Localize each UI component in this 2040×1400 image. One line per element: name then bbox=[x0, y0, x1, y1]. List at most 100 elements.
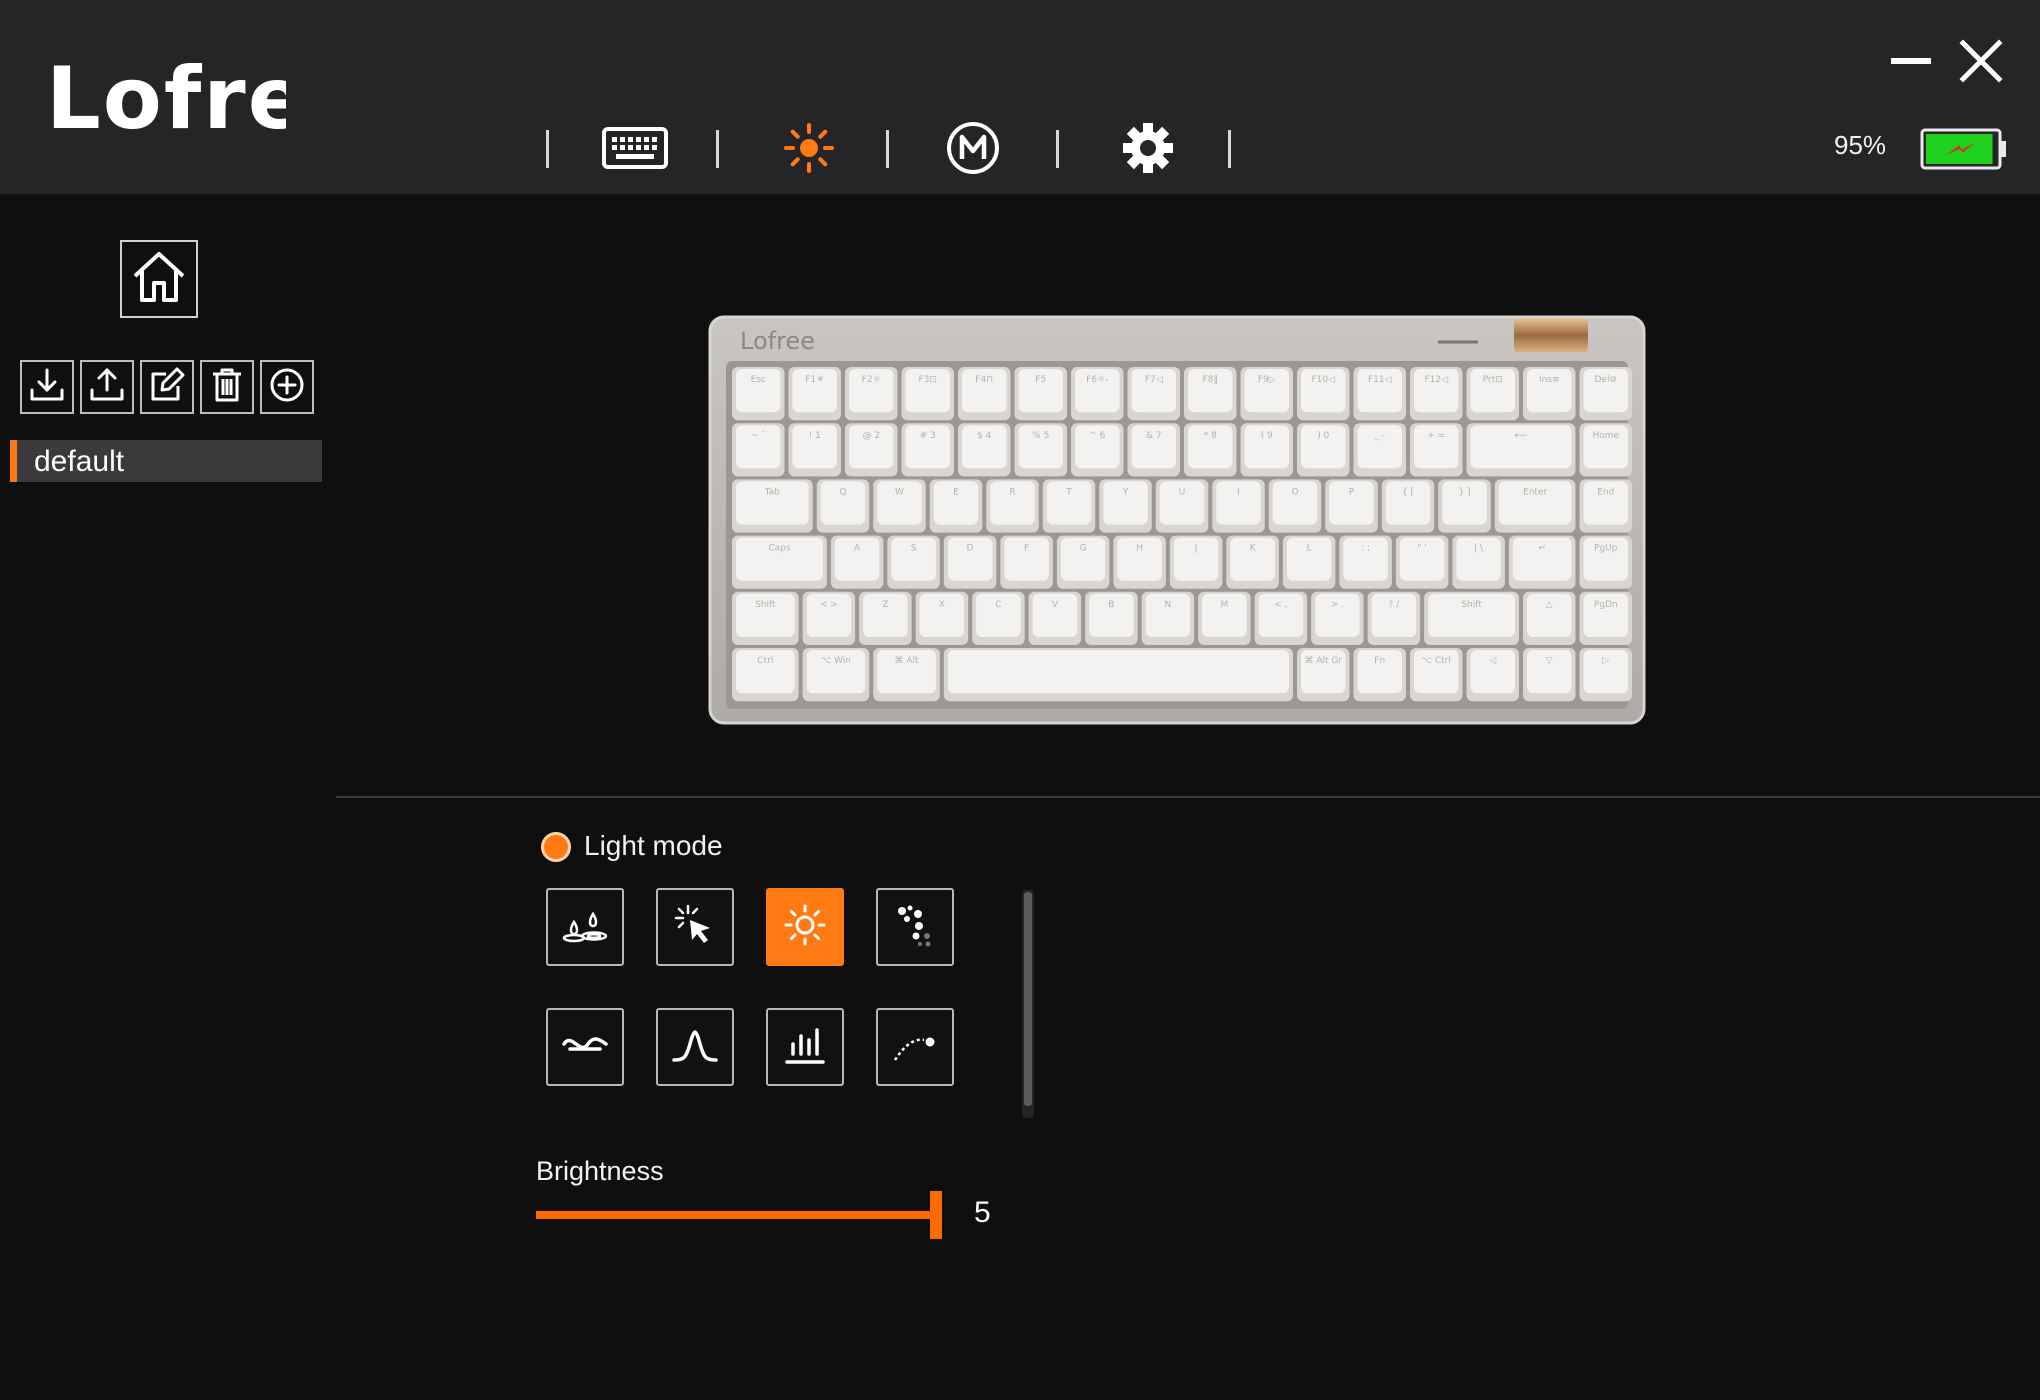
keycap[interactable]: ▽ bbox=[1523, 648, 1576, 702]
mode-reactive-button[interactable] bbox=[656, 888, 734, 966]
keycap[interactable]: Q bbox=[816, 479, 870, 533]
brightness-slider-handle[interactable] bbox=[930, 1191, 942, 1239]
keycap[interactable]: ⌘ Alt bbox=[873, 648, 940, 702]
home-button[interactable] bbox=[120, 240, 198, 318]
keycap[interactable]: ^ 6 bbox=[1071, 423, 1124, 477]
keycap[interactable]: Shift bbox=[1424, 591, 1519, 645]
keycap[interactable]: End bbox=[1579, 479, 1633, 533]
keycap[interactable]: B bbox=[1085, 591, 1138, 645]
keycap[interactable] bbox=[943, 648, 1293, 702]
keycap[interactable]: ! 1 bbox=[788, 423, 842, 477]
edit-profile-button[interactable] bbox=[140, 360, 194, 414]
keycap[interactable]: L bbox=[1282, 535, 1336, 589]
keycap[interactable]: ) 0 bbox=[1297, 423, 1350, 477]
keycap[interactable]: T bbox=[1042, 479, 1096, 533]
keycap[interactable]: Prt⊡ bbox=[1466, 367, 1520, 421]
keycap[interactable]: K bbox=[1226, 535, 1279, 589]
keycap[interactable]: < > bbox=[802, 591, 856, 645]
keycap[interactable]: Esc bbox=[732, 367, 785, 421]
nav-settings[interactable] bbox=[1113, 120, 1183, 180]
keycap[interactable]: P bbox=[1325, 479, 1378, 533]
mode-scatter-button[interactable] bbox=[876, 888, 954, 966]
keycap[interactable]: V bbox=[1028, 591, 1082, 645]
keycap[interactable]: @ 2 bbox=[845, 423, 898, 477]
keycap[interactable]: # 3 bbox=[901, 423, 955, 477]
keycap[interactable]: Enter bbox=[1494, 479, 1576, 533]
nav-macro[interactable] bbox=[938, 120, 1008, 180]
modes-scrollbar[interactable] bbox=[1022, 890, 1034, 1118]
keycap[interactable]: C bbox=[972, 591, 1025, 645]
mode-ripple-button[interactable] bbox=[546, 888, 624, 966]
keycap[interactable]: F11◁ bbox=[1353, 367, 1407, 421]
delete-profile-button[interactable] bbox=[200, 360, 254, 414]
keycap[interactable]: F12◁ bbox=[1410, 367, 1463, 421]
keycap[interactable]: Fn bbox=[1353, 648, 1407, 702]
keycap[interactable]: S bbox=[887, 535, 940, 589]
keycap[interactable]: ⌥ Win bbox=[802, 648, 870, 702]
keycap[interactable]: F10◁ bbox=[1297, 367, 1350, 421]
keycap[interactable]: H bbox=[1113, 535, 1166, 589]
export-profile-button[interactable] bbox=[80, 360, 134, 414]
keycap[interactable]: Y bbox=[1099, 479, 1152, 533]
close-button[interactable] bbox=[1956, 36, 2006, 86]
mode-trail-button[interactable] bbox=[876, 1008, 954, 1086]
keycap[interactable]: { [ bbox=[1381, 479, 1435, 533]
import-profile-button[interactable] bbox=[20, 360, 74, 414]
mode-wave-button[interactable] bbox=[546, 1008, 624, 1086]
keycap[interactable]: M bbox=[1198, 591, 1251, 645]
keycap[interactable]: ? / bbox=[1367, 591, 1421, 645]
keycap[interactable]: Home bbox=[1579, 423, 1633, 477]
keycap[interactable]: ⟵ bbox=[1466, 423, 1576, 477]
keycap[interactable]: PgDn bbox=[1579, 591, 1633, 645]
keycap[interactable]: F bbox=[1000, 535, 1053, 589]
mode-static-button[interactable] bbox=[766, 888, 844, 966]
light-mode-radio[interactable] bbox=[541, 832, 571, 862]
keycap[interactable]: % 5 bbox=[1014, 423, 1068, 477]
keycap[interactable]: G bbox=[1056, 535, 1110, 589]
keycap[interactable]: Shift bbox=[732, 591, 799, 645]
keycap[interactable]: | \ bbox=[1452, 535, 1505, 589]
keycap[interactable]: F9▷ bbox=[1240, 367, 1294, 421]
keycap[interactable]: F4⊓ bbox=[958, 367, 1011, 421]
nav-lighting[interactable] bbox=[774, 120, 844, 180]
keycap[interactable]: ◁ bbox=[1466, 648, 1520, 702]
keycap[interactable]: I bbox=[1212, 479, 1265, 533]
keycap[interactable]: F7◁ bbox=[1127, 367, 1181, 421]
scrollbar-thumb[interactable] bbox=[1024, 892, 1032, 1106]
keycap[interactable]: O bbox=[1268, 479, 1322, 533]
keycap[interactable]: Ctrl bbox=[732, 648, 799, 702]
keycap[interactable]: ⌘ Alt Gr bbox=[1297, 648, 1350, 702]
keycap[interactable]: E bbox=[929, 479, 983, 533]
keycap[interactable]: A bbox=[830, 535, 884, 589]
keycap[interactable]: U bbox=[1155, 479, 1209, 533]
keycap[interactable]: < , bbox=[1254, 591, 1308, 645]
keycap[interactable]: W bbox=[873, 479, 926, 533]
keycap[interactable]: > . bbox=[1311, 591, 1364, 645]
keycap[interactable]: F8‖ bbox=[1184, 367, 1237, 421]
keycap[interactable]: + = bbox=[1410, 423, 1463, 477]
keycap[interactable]: " ' bbox=[1395, 535, 1449, 589]
keycap[interactable]: ~ ` bbox=[732, 423, 785, 477]
add-profile-button[interactable] bbox=[260, 360, 314, 414]
keycap[interactable]: Del⊘ bbox=[1579, 367, 1633, 421]
keycap[interactable]: ⌥ Ctrl bbox=[1410, 648, 1463, 702]
mode-equalizer-button[interactable] bbox=[766, 1008, 844, 1086]
keycap[interactable]: Tab bbox=[732, 479, 813, 533]
keycap[interactable]: F1☀ bbox=[788, 367, 842, 421]
nav-keyboard[interactable] bbox=[600, 120, 670, 180]
keycap[interactable]: $ 4 bbox=[958, 423, 1011, 477]
profile-item-default[interactable]: default bbox=[10, 440, 322, 482]
keycap[interactable]: F5 bbox=[1014, 367, 1068, 421]
mode-breathing-button[interactable] bbox=[656, 1008, 734, 1086]
keycap[interactable]: △ bbox=[1523, 591, 1576, 645]
keycap[interactable]: N bbox=[1141, 591, 1195, 645]
keycap[interactable]: : ; bbox=[1339, 535, 1392, 589]
keycap[interactable]: X bbox=[915, 591, 969, 645]
keycap[interactable]: Ins≡ bbox=[1523, 367, 1576, 421]
keycap[interactable]: Caps bbox=[732, 535, 827, 589]
keycap[interactable]: D bbox=[943, 535, 997, 589]
keycap[interactable]: ▷ bbox=[1579, 648, 1633, 702]
keycap[interactable]: F3⊡ bbox=[901, 367, 955, 421]
keycap[interactable]: F2☼ bbox=[845, 367, 898, 421]
minimize-button[interactable] bbox=[1886, 36, 1936, 86]
